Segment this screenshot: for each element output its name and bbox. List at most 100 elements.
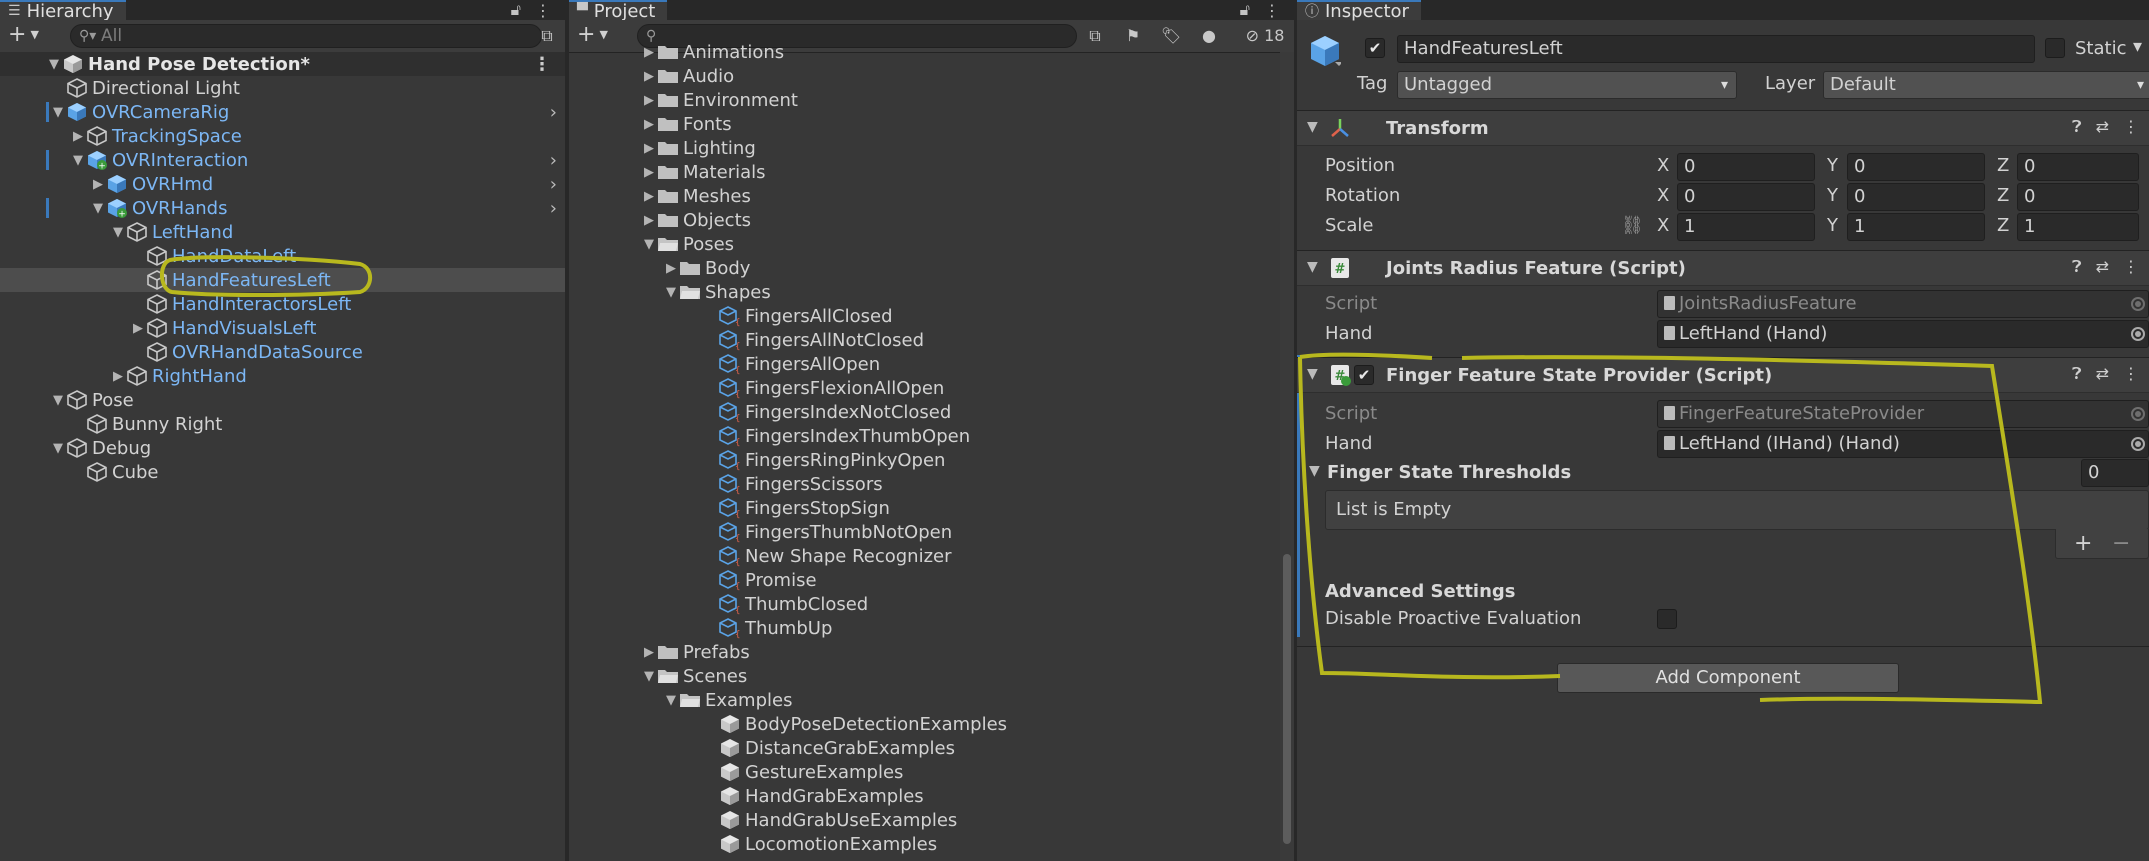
- project-item[interactable]: ▶ Meshes: [569, 184, 1294, 208]
- foldout-arrow-icon[interactable]: ▼: [663, 285, 679, 300]
- kebab-menu-icon[interactable]: ⋮: [2123, 257, 2139, 277]
- foldout-arrow-icon[interactable]: ▼: [1307, 119, 1318, 135]
- object-picker-icon[interactable]: [2131, 327, 2145, 341]
- project-item[interactable]: {}ThumbClosed: [569, 592, 1294, 616]
- project-item[interactable]: DistanceGrabExamples: [569, 736, 1294, 760]
- hierarchy-item[interactable]: ▼ + OVRHands ›: [0, 196, 565, 220]
- foldout-arrow-icon[interactable]: ▼: [50, 105, 66, 120]
- project-item[interactable]: {}FingersAllClosed: [569, 304, 1294, 328]
- create-button[interactable]: + ▼: [8, 23, 39, 47]
- project-item[interactable]: ▶ Prefabs: [569, 640, 1294, 664]
- project-item[interactable]: GestureExamples: [569, 760, 1294, 784]
- hierarchy-item[interactable]: Cube: [0, 460, 565, 484]
- project-item[interactable]: HandGrabExamples: [569, 784, 1294, 808]
- joints-hand-field[interactable]: LeftHand (Hand): [1657, 320, 2149, 348]
- tag-dropdown[interactable]: Untagged: [1397, 71, 1737, 99]
- chevron-right-icon[interactable]: ›: [550, 174, 557, 195]
- transform-position-x-field[interactable]: 0: [1677, 153, 1815, 181]
- foldout-arrow-icon[interactable]: ▼: [50, 441, 66, 456]
- add-element-button[interactable]: +: [2074, 531, 2092, 556]
- project-item[interactable]: {}Promise: [569, 568, 1294, 592]
- project-item[interactable]: HandGrabUseExamples: [569, 808, 1294, 832]
- lock-icon[interactable]: 🔓︎: [511, 0, 521, 20]
- project-item[interactable]: {}FingersFlexionAllOpen: [569, 376, 1294, 400]
- hierarchy-item[interactable]: ▶ TrackingSpace: [0, 124, 565, 148]
- project-item[interactable]: ▶ Lighting: [569, 136, 1294, 160]
- project-item[interactable]: BodyPoseDetectionExamples: [569, 712, 1294, 736]
- foldout-arrow-icon[interactable]: ▶: [110, 369, 126, 384]
- foldout-arrow-icon[interactable]: ▶: [70, 129, 86, 144]
- thresholds-label[interactable]: Finger State Thresholds: [1327, 462, 1571, 483]
- project-item[interactable]: {}FingersAllNotClosed: [569, 328, 1294, 352]
- foldout-arrow-icon[interactable]: ▼: [50, 393, 66, 408]
- transform-scale-y-field[interactable]: 1: [1847, 213, 1985, 241]
- chevron-right-icon[interactable]: ›: [550, 150, 557, 171]
- project-item[interactable]: LocomotionExamples: [569, 832, 1294, 856]
- hierarchy-item[interactable]: ▶ HandVisualsLeft: [0, 316, 565, 340]
- foldout-arrow-icon[interactable]: ▶: [641, 213, 657, 228]
- transform-position-y-field[interactable]: 0: [1847, 153, 1985, 181]
- project-item[interactable]: ▼ Poses: [569, 232, 1294, 256]
- kebab-menu-icon[interactable]: ⋮: [2123, 117, 2139, 137]
- project-item[interactable]: ▼ Examples: [569, 688, 1294, 712]
- foldout-arrow-icon[interactable]: ▶: [641, 165, 657, 180]
- hierarchy-item[interactable]: ▼ OVRCameraRig ›: [0, 100, 565, 124]
- foldout-arrow-icon[interactable]: ▶: [641, 117, 657, 132]
- tab-inspector[interactable]: ⓘ Inspector: [1297, 0, 1421, 22]
- project-item[interactable]: {}FingersIndexNotClosed: [569, 400, 1294, 424]
- project-item[interactable]: {}FingersThumbNotOpen: [569, 520, 1294, 544]
- presets-icon[interactable]: ⇄: [2096, 364, 2109, 384]
- foldout-arrow-icon[interactable]: ▶: [90, 177, 106, 192]
- foldout-arrow-icon[interactable]: ▼: [1307, 259, 1318, 275]
- hierarchy-item[interactable]: ▼ + OVRInteraction ›: [0, 148, 565, 172]
- transform-rotation-x-field[interactable]: 0: [1677, 183, 1815, 211]
- project-item[interactable]: ▶ Body: [569, 256, 1294, 280]
- foldout-arrow-icon[interactable]: ▼: [70, 153, 86, 168]
- project-item[interactable]: ▶ Animations: [569, 40, 1294, 64]
- foldout-arrow-icon[interactable]: ▶: [641, 645, 657, 660]
- object-name-field[interactable]: HandFeaturesLeft: [1397, 35, 2035, 63]
- foldout-arrow-icon[interactable]: ▶: [663, 261, 679, 276]
- constrain-proportions-icon[interactable]: ⛓: [1621, 215, 1644, 236]
- hierarchy-item[interactable]: HandFeaturesLeft: [0, 268, 565, 292]
- project-item[interactable]: {}FingersRingPinkyOpen: [569, 448, 1294, 472]
- project-item[interactable]: ▶ Fonts: [569, 112, 1294, 136]
- help-icon[interactable]: ❓︎: [2072, 364, 2082, 384]
- active-checkbox[interactable]: ✔: [1365, 38, 1385, 58]
- kebab-menu-icon[interactable]: ⋮: [535, 1, 551, 20]
- hierarchy-item[interactable]: ▼ Debug: [0, 436, 565, 460]
- hierarchy-item[interactable]: HandInteractorsLeft: [0, 292, 565, 316]
- transform-position-z-field[interactable]: 0: [2017, 153, 2139, 181]
- project-item[interactable]: ▼ Shapes: [569, 280, 1294, 304]
- foldout-arrow-icon[interactable]: ▼: [641, 669, 657, 684]
- project-item[interactable]: ▼ Scenes: [569, 664, 1294, 688]
- project-item[interactable]: ▶ Environment: [569, 88, 1294, 112]
- foldout-arrow-icon[interactable]: ▶: [641, 45, 657, 60]
- foldout-arrow-icon[interactable]: ▼: [90, 201, 106, 216]
- hierarchy-item[interactable]: ▼ Pose: [0, 388, 565, 412]
- tab-hierarchy[interactable]: ☰ Hierarchy: [0, 0, 126, 22]
- search-options-icon[interactable]: ⧉: [535, 25, 559, 47]
- static-dropdown-icon[interactable]: ▾: [2133, 36, 2142, 57]
- chevron-right-icon[interactable]: ›: [550, 198, 557, 219]
- hierarchy-search-input[interactable]: ⚲▾ All: [70, 24, 542, 48]
- kebab-menu-icon[interactable]: ⋮: [1264, 1, 1280, 20]
- transform-rotation-y-field[interactable]: 0: [1847, 183, 1985, 211]
- finger-feature-header[interactable]: ▼ # ✔ Finger Feature State Provider (Scr…: [1297, 357, 2149, 393]
- project-item[interactable]: {}FingersAllOpen: [569, 352, 1294, 376]
- foldout-arrow-icon[interactable]: ▼: [663, 693, 679, 708]
- component-enabled-checkbox[interactable]: ✔: [1354, 365, 1374, 385]
- hierarchy-item[interactable]: OVRHandDataSource: [0, 340, 565, 364]
- disable-proactive-checkbox[interactable]: [1657, 609, 1677, 629]
- project-item[interactable]: {}FingersScissors: [569, 472, 1294, 496]
- finger-hand-field[interactable]: LeftHand (IHand) (Hand): [1657, 430, 2149, 458]
- project-item[interactable]: ▶ Objects: [569, 208, 1294, 232]
- project-item[interactable]: ▶ Audio: [569, 64, 1294, 88]
- foldout-arrow-icon[interactable]: ▼: [46, 57, 62, 72]
- foldout-arrow-icon[interactable]: ▶: [641, 141, 657, 156]
- lock-icon[interactable]: 🔓︎: [1240, 0, 1250, 20]
- scene-row[interactable]: ▼ Hand Pose Detection* ⋮: [0, 52, 565, 76]
- transform-rotation-z-field[interactable]: 0: [2017, 183, 2139, 211]
- hierarchy-item[interactable]: Bunny Right: [0, 412, 565, 436]
- help-icon[interactable]: ❓︎: [2072, 117, 2082, 137]
